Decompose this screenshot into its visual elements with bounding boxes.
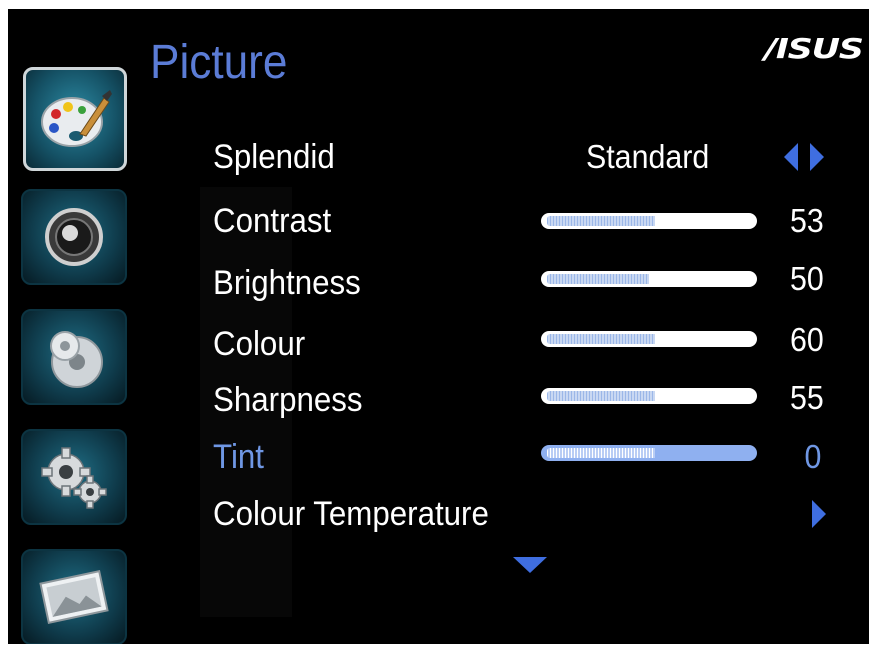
sharpness-slider[interactable]	[541, 388, 757, 404]
contrast-label: Contrast	[213, 202, 332, 240]
colour-slider[interactable]	[541, 331, 757, 347]
menu-row-tint[interactable]: Tint 0	[8, 437, 869, 487]
splendid-label: Splendid	[213, 138, 335, 176]
tint-value: 0	[804, 438, 821, 475]
tint-slider[interactable]	[541, 445, 757, 461]
submenu-arrow[interactable]	[808, 496, 830, 532]
menu-row-colour[interactable]: Colour 60	[8, 321, 869, 374]
sharpness-slider-fill	[547, 391, 655, 401]
brightness-value: 50	[790, 260, 824, 297]
menu-row-contrast[interactable]: Contrast 53	[8, 201, 869, 251]
menu-row-sharpness[interactable]: Sharpness 55	[8, 379, 869, 430]
chevron-right-icon	[810, 143, 824, 171]
osd-screen: /ISUS Picture Splendid Standard Contrast…	[8, 9, 869, 644]
contrast-slider-fill	[547, 216, 655, 226]
sharpness-label: Sharpness	[213, 381, 363, 419]
page-title: Picture	[150, 36, 288, 89]
brightness-slider-fill	[547, 274, 649, 284]
menu-row-splendid[interactable]: Splendid Standard	[8, 137, 869, 187]
splendid-value: Standard	[586, 138, 710, 175]
chevron-left-icon	[784, 143, 798, 171]
brand-logo: /ISUS	[764, 32, 865, 65]
image-frame-icon	[36, 567, 112, 627]
menu-row-brightness[interactable]: Brightness 50	[8, 260, 869, 313]
tint-slider-fill	[547, 448, 655, 458]
brightness-slider[interactable]	[541, 271, 757, 287]
sidebar-item-image[interactable]	[21, 549, 127, 644]
colour-slider-fill	[547, 334, 655, 344]
menu-row-colour-temperature[interactable]: Colour Temperature	[8, 494, 869, 544]
colour-value: 60	[790, 321, 824, 358]
scroll-down-arrow[interactable]	[511, 555, 549, 575]
sharpness-value: 55	[790, 379, 824, 416]
chevron-right-icon	[812, 500, 826, 528]
contrast-value: 53	[790, 202, 824, 239]
contrast-slider[interactable]	[541, 213, 757, 229]
chevron-down-icon	[513, 557, 547, 573]
colour-label: Colour	[213, 325, 306, 363]
brightness-label: Brightness	[213, 264, 361, 302]
tint-label: Tint	[213, 438, 264, 476]
left-right-arrows[interactable]	[780, 139, 830, 175]
colour-temperature-label: Colour Temperature	[213, 495, 489, 533]
